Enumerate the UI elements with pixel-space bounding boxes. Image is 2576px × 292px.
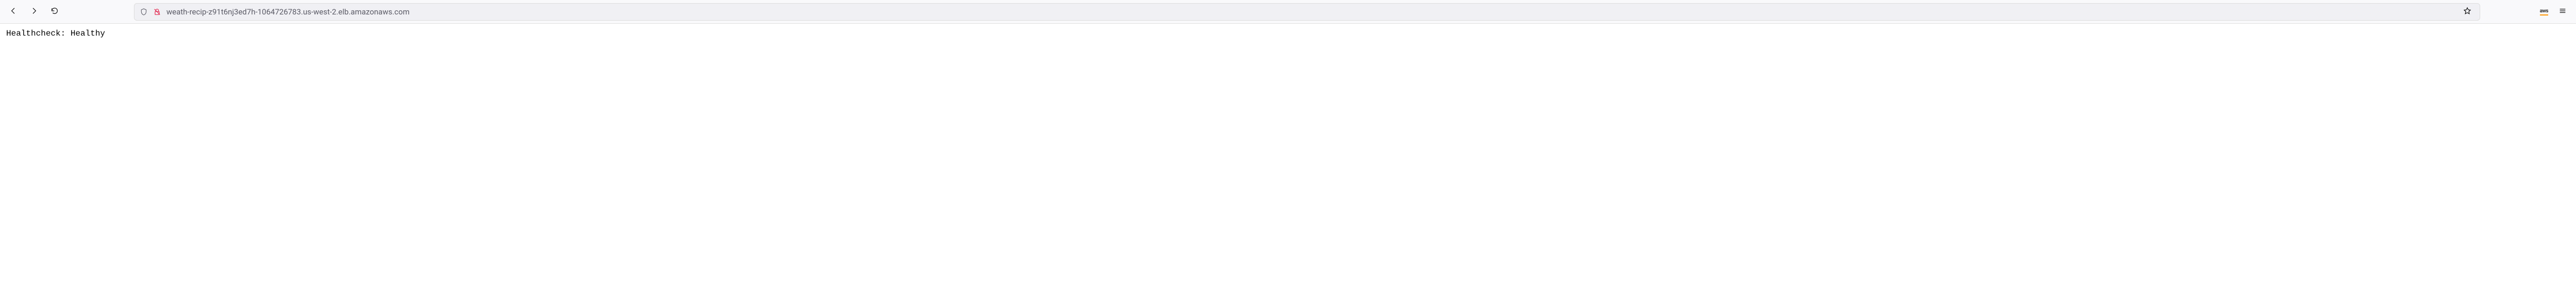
app-menu-button[interactable] (2555, 5, 2570, 19)
hamburger-icon (2558, 7, 2567, 17)
reload-button[interactable] (47, 5, 62, 19)
back-button[interactable] (6, 5, 21, 19)
aws-extension-icon[interactable]: aws (2540, 8, 2548, 15)
lock-insecure-icon[interactable] (153, 8, 161, 16)
nav-button-group (6, 5, 62, 19)
arrow-right-icon (30, 7, 38, 17)
address-bar[interactable]: weath-recip-z91t6nj3ed7h-1064726783.us-w… (134, 3, 2480, 21)
browser-toolbar: weath-recip-z91t6nj3ed7h-1064726783.us-w… (0, 0, 2576, 24)
url-text: weath-recip-z91t6nj3ed7h-1064726783.us-w… (166, 7, 2455, 17)
arrow-left-icon (9, 7, 18, 17)
shield-icon[interactable] (140, 8, 148, 16)
star-icon (2463, 7, 2471, 17)
reload-icon (50, 7, 59, 17)
forward-button[interactable] (27, 5, 41, 19)
toolbar-right-group: aws (2540, 5, 2570, 19)
page-body: Healthcheck: Healthy (0, 24, 2576, 43)
bookmark-button[interactable] (2460, 5, 2475, 19)
